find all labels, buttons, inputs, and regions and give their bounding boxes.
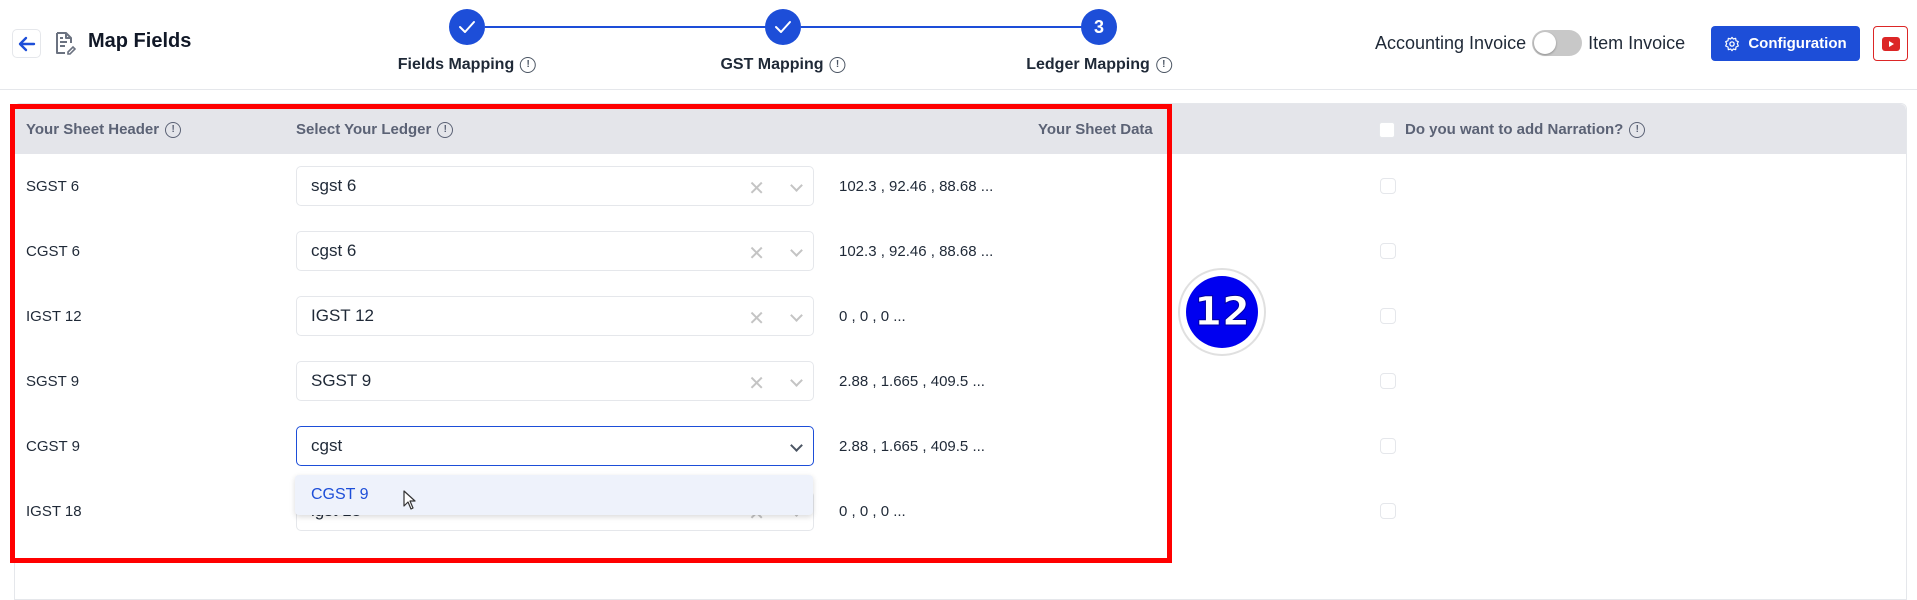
stepper: 3 Fields Mapping ! GST Mapping ! Ledger … [380, 0, 1200, 90]
dropdown-option-label: CGST 9 [311, 486, 369, 503]
column-header-text: Do you want to add Narration? [1405, 121, 1624, 138]
step-label-text: Ledger Mapping [1026, 56, 1150, 73]
info-icon[interactable]: ! [520, 57, 537, 73]
ledger-select[interactable]: sgst 6 ✕ [296, 166, 814, 206]
info-icon[interactable]: ! [165, 121, 182, 138]
chevron-down-icon[interactable] [790, 439, 803, 452]
accounting-invoice-label: Accounting Invoice [1375, 32, 1527, 53]
narration-checkbox[interactable] [1380, 438, 1396, 454]
back-button[interactable] [12, 29, 41, 58]
sheet-header-cell: SGST 9 [26, 373, 80, 390]
document-edit-icon [56, 32, 76, 55]
annotation-step-badge: 12 [1178, 268, 1266, 356]
narration-checkbox[interactable] [1380, 308, 1396, 324]
ledger-dropdown-option[interactable]: CGST 9 [295, 475, 813, 515]
ledger-mapping-table: Your Sheet Header ! Select Your Ledger !… [14, 103, 1907, 600]
narration-select-all-checkbox[interactable] [1379, 121, 1395, 138]
narration-checkbox[interactable] [1380, 243, 1396, 259]
step-label-text: Fields Mapping [397, 56, 515, 73]
narration-checkbox[interactable] [1380, 503, 1396, 519]
step-label-fields-mapping: Fields Mapping ! [397, 56, 537, 74]
narration-checkbox[interactable] [1380, 373, 1396, 389]
sheet-header-cell: CGST 9 [26, 438, 80, 455]
column-header-narration: Do you want to add Narration? ! [1379, 121, 1646, 138]
clear-icon[interactable]: ✕ [748, 176, 765, 201]
sheet-header-cell: IGST 18 [26, 503, 82, 520]
table-row: SGST 6 sgst 6 ✕ 102.3 , 92.46 , 88.68 ..… [15, 154, 1906, 219]
check-icon [775, 21, 791, 33]
sheet-header-cell: IGST 12 [26, 308, 82, 325]
sheet-data-cell: 102.3 , 92.46 , 88.68 ... [839, 178, 994, 195]
check-icon [459, 21, 475, 33]
step-label-ledger-mapping: Ledger Mapping ! [1026, 56, 1172, 74]
chevron-down-icon[interactable] [790, 309, 803, 322]
sheet-data-cell: 2.88 , 1.665 , 409.5 ... [839, 438, 985, 455]
badge-number: 12 [1186, 276, 1258, 348]
mouse-cursor-icon [403, 490, 416, 510]
info-icon[interactable]: ! [829, 57, 846, 73]
chevron-down-icon[interactable] [790, 179, 803, 192]
sheet-data-cell: 0 , 0 , 0 ... [839, 503, 906, 520]
page-title: Map Fields [88, 30, 192, 52]
step-fields-mapping-marker[interactable] [449, 9, 485, 45]
gear-icon [1725, 36, 1740, 51]
info-icon[interactable]: ! [437, 121, 454, 138]
sheet-header-cell: CGST 6 [26, 243, 80, 260]
ledger-select-value: IGST 12 [311, 306, 374, 325]
ledger-select-search-input[interactable]: cgst [296, 426, 814, 466]
ledger-select[interactable]: SGST 9 ✕ [296, 361, 814, 401]
chevron-down-icon[interactable] [790, 244, 803, 257]
column-header-text: Your Sheet Data [1038, 121, 1153, 138]
column-header-text: Your Sheet Header [26, 121, 160, 138]
ledger-select[interactable]: cgst 6 ✕ [296, 231, 814, 271]
column-header-text: Select Your Ledger [296, 121, 432, 138]
info-icon[interactable]: ! [1629, 121, 1646, 138]
ledger-select[interactable]: IGST 12 ✕ [296, 296, 814, 336]
step-connector [485, 26, 783, 28]
invoice-type-toggle[interactable] [1532, 30, 1583, 56]
clear-icon[interactable]: ✕ [748, 306, 765, 331]
youtube-button[interactable] [1873, 26, 1908, 61]
column-header-select-ledger: Select Your Ledger ! [296, 121, 454, 138]
chevron-down-icon[interactable] [790, 374, 803, 387]
ledger-select-value: cgst 6 [311, 241, 357, 260]
step-number: 3 [1093, 16, 1104, 37]
configuration-button[interactable]: Configuration [1711, 26, 1860, 61]
item-invoice-label: Item Invoice [1588, 32, 1686, 53]
clear-icon[interactable]: ✕ [748, 241, 765, 266]
sheet-header-cell: SGST 6 [26, 178, 80, 195]
column-header-sheet-header: Your Sheet Header ! [26, 121, 182, 138]
step-connector [801, 26, 1099, 28]
youtube-icon [1881, 36, 1900, 51]
sheet-data-cell: 102.3 , 92.46 , 88.68 ... [839, 243, 994, 260]
ledger-select-value: SGST 9 [311, 371, 372, 390]
ledger-select-value: cgst [311, 436, 343, 455]
table-row: SGST 9 SGST 9 ✕ 2.88 , 1.665 , 409.5 ... [15, 349, 1906, 414]
sheet-data-cell: 2.88 , 1.665 , 409.5 ... [839, 373, 985, 390]
column-header-sheet-data: Your Sheet Data [1038, 121, 1153, 138]
info-icon[interactable]: ! [1155, 57, 1172, 73]
table-row: CGST 9 cgst 2.88 , 1.665 , 409.5 ... [15, 414, 1906, 479]
step-label-gst-mapping: GST Mapping ! [720, 56, 846, 74]
step-label-text: GST Mapping [720, 56, 824, 73]
toggle-knob [1534, 32, 1557, 54]
table-row: IGST 12 IGST 12 ✕ 0 , 0 , 0 ... [15, 284, 1906, 349]
configuration-label: Configuration [1748, 35, 1847, 52]
narration-checkbox[interactable] [1380, 178, 1396, 194]
sheet-data-cell: 0 , 0 , 0 ... [839, 308, 906, 325]
top-bar: Map Fields 3 Fields Mapping ! GST Mappin… [0, 0, 1917, 90]
table-header: Your Sheet Header ! Select Your Ledger !… [15, 104, 1906, 154]
step-gst-mapping-marker[interactable] [765, 9, 801, 45]
table-row: CGST 6 cgst 6 ✕ 102.3 , 92.46 , 88.68 ..… [15, 219, 1906, 284]
ledger-select-value: sgst 6 [311, 176, 357, 195]
invoice-type-toggle-group: Accounting Invoice Item Invoice [1375, 30, 1685, 56]
step-ledger-mapping-marker[interactable]: 3 [1081, 9, 1117, 45]
arrow-left-icon [18, 36, 35, 51]
clear-icon[interactable]: ✕ [748, 371, 765, 396]
